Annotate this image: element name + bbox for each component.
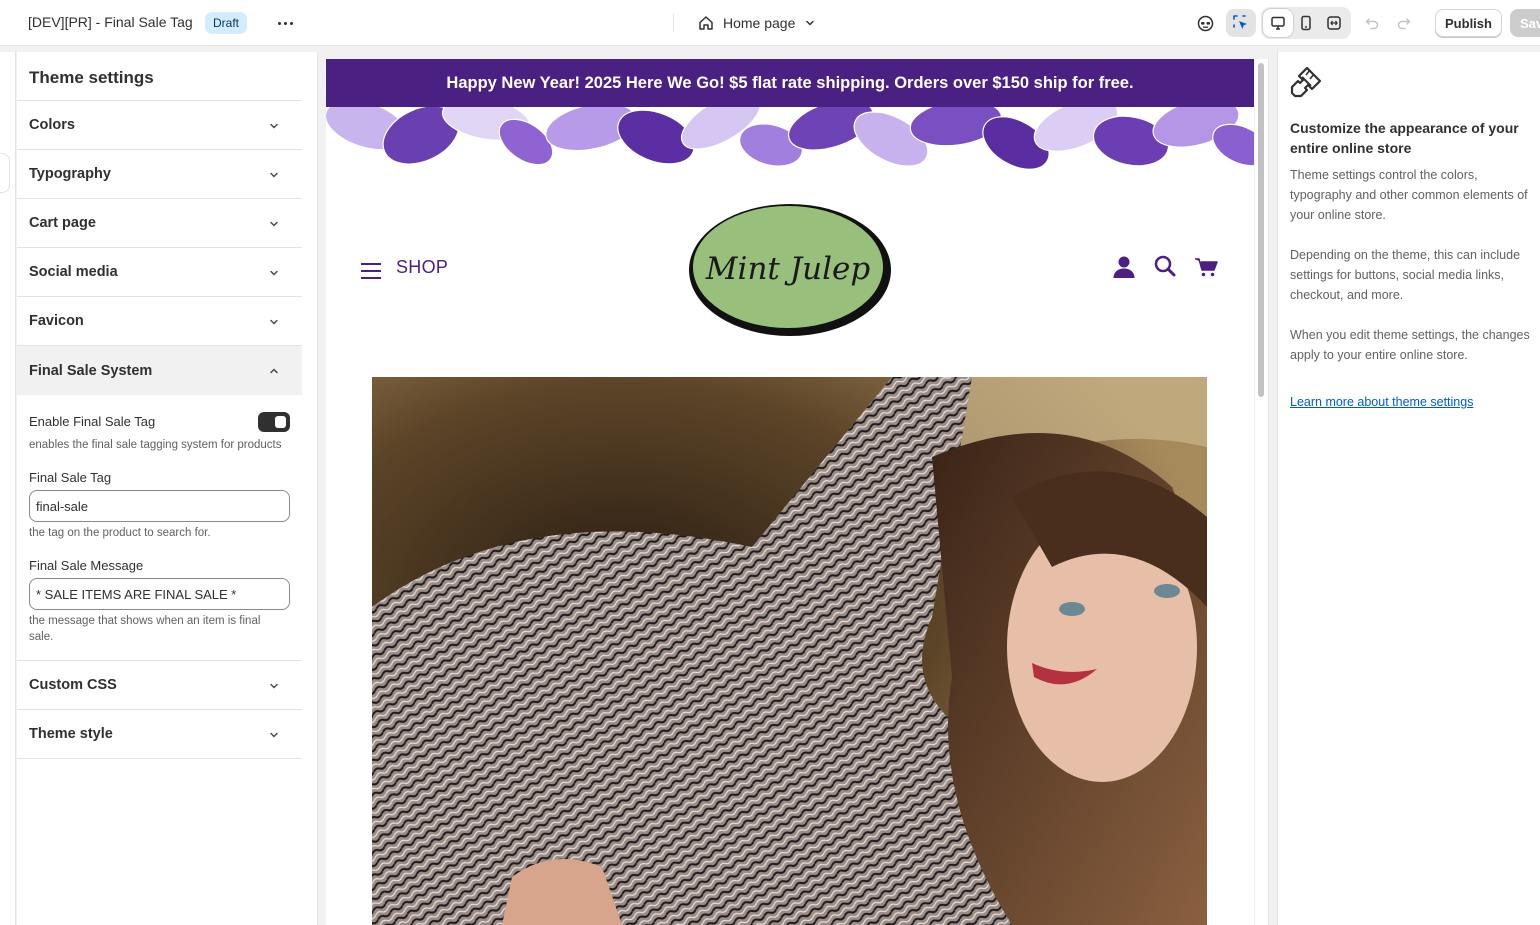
help-heading: Customize the appearance of your entire … (1290, 120, 1519, 156)
storefront-preview: Happy New Year! 2025 Here We Go! $5 flat… (326, 59, 1254, 925)
menu-icon[interactable] (360, 262, 382, 280)
status-badge: Draft (205, 12, 248, 34)
save-button[interactable]: Save (1510, 9, 1540, 37)
section-colors[interactable]: Colors (17, 101, 302, 150)
chevron-down-icon (270, 319, 278, 325)
device-toggle-group (1261, 7, 1351, 39)
chevron-up-icon (270, 368, 278, 374)
left-rail (0, 52, 16, 925)
page-selector-label: Home page (723, 15, 796, 31)
theme-settings-sidebar: Theme settings Colors Typography Cart pa… (17, 52, 318, 925)
select-cursor-icon (1233, 15, 1247, 29)
store-header: SHOP Mint Julep (326, 177, 1254, 377)
redo-icon (1397, 18, 1411, 30)
preview-glasses-icon (1197, 15, 1213, 31)
toggle-knob (275, 416, 286, 428)
chevron-down-icon (270, 732, 278, 738)
announcement-bar[interactable]: Happy New Year! 2025 Here We Go! $5 flat… (326, 59, 1254, 107)
mint-julep-logo[interactable]: Mint Julep (686, 201, 894, 339)
dot-icon (283, 21, 287, 25)
model-photo (372, 377, 1207, 925)
hero-image[interactable] (372, 377, 1207, 925)
chevron-down-icon (270, 172, 278, 178)
paint-brush-icon (1290, 66, 1322, 98)
section-label: Typography (29, 166, 111, 182)
sidebar-title: Theme settings (17, 52, 302, 101)
scrollbar-thumb[interactable] (1258, 63, 1264, 397)
cart-icon[interactable] (1194, 257, 1218, 277)
section-label: Theme style (29, 726, 113, 742)
final-sale-tag-input[interactable] (29, 490, 290, 522)
section-custom-css[interactable]: Custom CSS (17, 661, 302, 710)
leaf-banner (326, 107, 1254, 177)
accessibility-button[interactable] (1190, 9, 1220, 37)
preview-scrollbar[interactable] (1255, 59, 1269, 925)
enable-final-sale-help: enables the final sale tagging system fo… (29, 439, 282, 451)
undo-icon (1365, 18, 1379, 30)
section-label: Colors (29, 117, 75, 133)
mobile-view-button[interactable] (1291, 9, 1321, 37)
publish-button[interactable]: Publish (1435, 9, 1502, 37)
rail-active-indicator[interactable] (0, 153, 10, 193)
chevron-down-icon (270, 221, 278, 227)
help-paragraph: When you edit theme settings, the change… (1290, 328, 1530, 362)
search-icon[interactable] (1154, 255, 1176, 277)
enable-final-sale-label: Enable Final Sale Tag (29, 414, 156, 429)
chevron-down-icon (270, 683, 278, 689)
shop-nav-link[interactable]: SHOP (396, 257, 448, 278)
section-social-media[interactable]: Social media (17, 248, 302, 297)
home-icon (699, 16, 713, 30)
final-sale-tag-label: Final Sale Tag (29, 470, 112, 485)
desktop-view-button[interactable] (1263, 9, 1293, 37)
final-sale-settings: Enable Final Sale Tag enables the final … (17, 395, 302, 661)
mobile-icon (1301, 15, 1311, 31)
final-sale-tag-help: the tag on the product to search for. (29, 527, 211, 539)
more-actions-button[interactable] (271, 11, 299, 35)
section-label: Final Sale System (29, 362, 153, 379)
section-label: Custom CSS (29, 677, 117, 693)
section-theme-style[interactable]: Theme style (17, 710, 302, 759)
section-label: Cart page (29, 215, 96, 231)
help-paragraph: Depending on the theme, this can include… (1290, 248, 1521, 302)
account-icon[interactable] (1112, 255, 1136, 279)
chevron-down-icon (270, 123, 278, 129)
dot-icon (277, 21, 281, 25)
learn-more-link[interactable]: Learn more about theme settings (1290, 395, 1473, 409)
undo-button[interactable] (1357, 9, 1387, 37)
desktop-icon (1271, 16, 1285, 30)
final-sale-message-help: the message that shows when an item is f… (29, 615, 261, 643)
section-typography[interactable]: Typography (17, 150, 302, 199)
dot-icon (289, 21, 293, 25)
section-cart-page[interactable]: Cart page (17, 199, 302, 248)
section-favicon[interactable]: Favicon (17, 297, 302, 346)
divider (673, 14, 674, 32)
redo-button[interactable] (1389, 9, 1419, 37)
help-paragraph: Theme settings control the colors, typog… (1290, 168, 1528, 222)
enable-final-sale-toggle[interactable] (258, 412, 290, 432)
chevron-down-icon (806, 20, 815, 26)
final-sale-message-label: Final Sale Message (29, 558, 144, 573)
fullscreen-view-button[interactable] (1319, 9, 1349, 37)
final-sale-message-input[interactable] (29, 578, 290, 610)
chevron-down-icon (270, 270, 278, 276)
inspector-select-button[interactable] (1226, 9, 1256, 37)
section-label: Social media (29, 264, 118, 280)
logo-text: Mint Julep (705, 251, 871, 287)
help-panel: Customize the appearance of your entire … (1277, 52, 1540, 925)
section-final-sale-system[interactable]: Final Sale System (17, 346, 302, 395)
theme-title: [DEV][PR] - Final Sale Tag (28, 14, 193, 30)
editor-topbar: [DEV][PR] - Final Sale Tag Draft Home pa… (0, 0, 1540, 46)
page-selector[interactable]: Home page (698, 12, 816, 34)
section-label: Favicon (29, 313, 84, 329)
expand-icon (1327, 16, 1341, 30)
leaf-pattern-image (326, 107, 1254, 177)
